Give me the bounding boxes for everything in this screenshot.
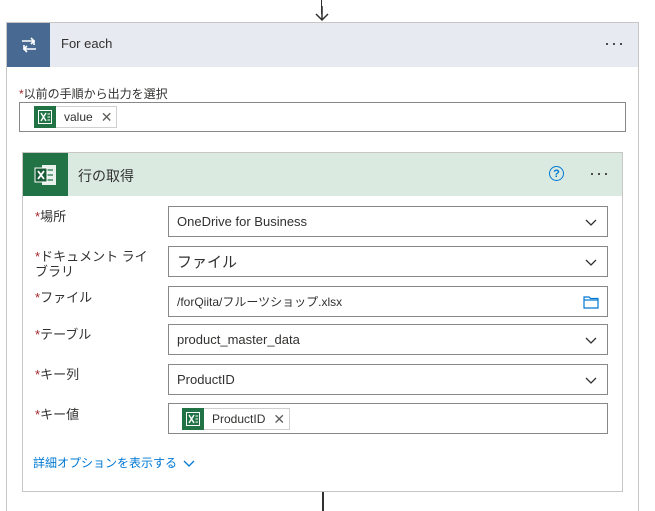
prev-output-input[interactable]: value ✕ xyxy=(19,102,626,132)
show-advanced-options-link[interactable]: 詳細オプションを表示する xyxy=(33,454,195,471)
get-row-more-options-button[interactable]: ··· xyxy=(589,164,610,182)
advanced-options-label: 詳細オプションを表示する xyxy=(33,456,178,470)
chevron-down-icon xyxy=(585,337,597,344)
prev-output-label: *以前の手順から出力を選択 xyxy=(19,87,168,101)
foreach-more-options-button[interactable]: ··· xyxy=(604,34,625,52)
help-icon[interactable]: ? xyxy=(549,166,564,181)
excel-icon xyxy=(23,153,68,196)
productid-token[interactable]: ProductID ✕ xyxy=(182,408,291,430)
foreach-title: For each xyxy=(61,36,113,51)
arrow-down-icon xyxy=(315,6,329,22)
location-value: OneDrive for Business xyxy=(177,214,308,229)
token-label: ProductID xyxy=(212,412,266,426)
remove-token-icon[interactable]: ✕ xyxy=(273,411,289,428)
doc-library-label: *ドキュメント ライブラリ xyxy=(35,249,148,279)
key-column-label: *キー列 xyxy=(35,367,80,382)
foreach-loop-icon xyxy=(7,23,50,67)
get-row-title: 行の取得 xyxy=(78,168,134,184)
table-label: *テーブル xyxy=(35,327,92,342)
value-token[interactable]: value ✕ xyxy=(34,106,118,128)
connector-line-bottom xyxy=(322,492,324,511)
get-row-card xyxy=(22,152,623,492)
file-path-value: /forQiita/フルーツショップ.xlsx xyxy=(177,295,343,309)
doc-library-dropdown[interactable]: ファイル xyxy=(168,246,608,277)
key-value-input[interactable]: ProductID ✕ xyxy=(168,403,608,434)
chevron-down-icon xyxy=(585,377,597,384)
remove-token-icon[interactable]: ✕ xyxy=(101,109,117,126)
location-label: *場所 xyxy=(35,209,67,224)
key-column-value: ProductID xyxy=(177,372,235,387)
excel-icon xyxy=(34,106,56,128)
chevron-down-icon xyxy=(585,219,597,226)
folder-icon[interactable] xyxy=(583,295,599,309)
chevron-down-icon xyxy=(585,259,597,266)
table-value: product_master_data xyxy=(177,332,300,347)
location-dropdown[interactable]: OneDrive for Business xyxy=(168,206,608,237)
doc-library-value: ファイル xyxy=(177,254,238,271)
key-column-dropdown[interactable]: ProductID xyxy=(168,364,608,395)
key-value-label: *キー値 xyxy=(35,407,80,422)
file-label: *ファイル xyxy=(35,290,93,305)
excel-icon xyxy=(182,408,204,430)
file-path-input[interactable]: /forQiita/フルーツショップ.xlsx xyxy=(168,286,608,317)
table-dropdown[interactable]: product_master_data xyxy=(168,324,608,355)
chevron-down-icon xyxy=(183,460,195,467)
token-label: value xyxy=(64,110,93,124)
